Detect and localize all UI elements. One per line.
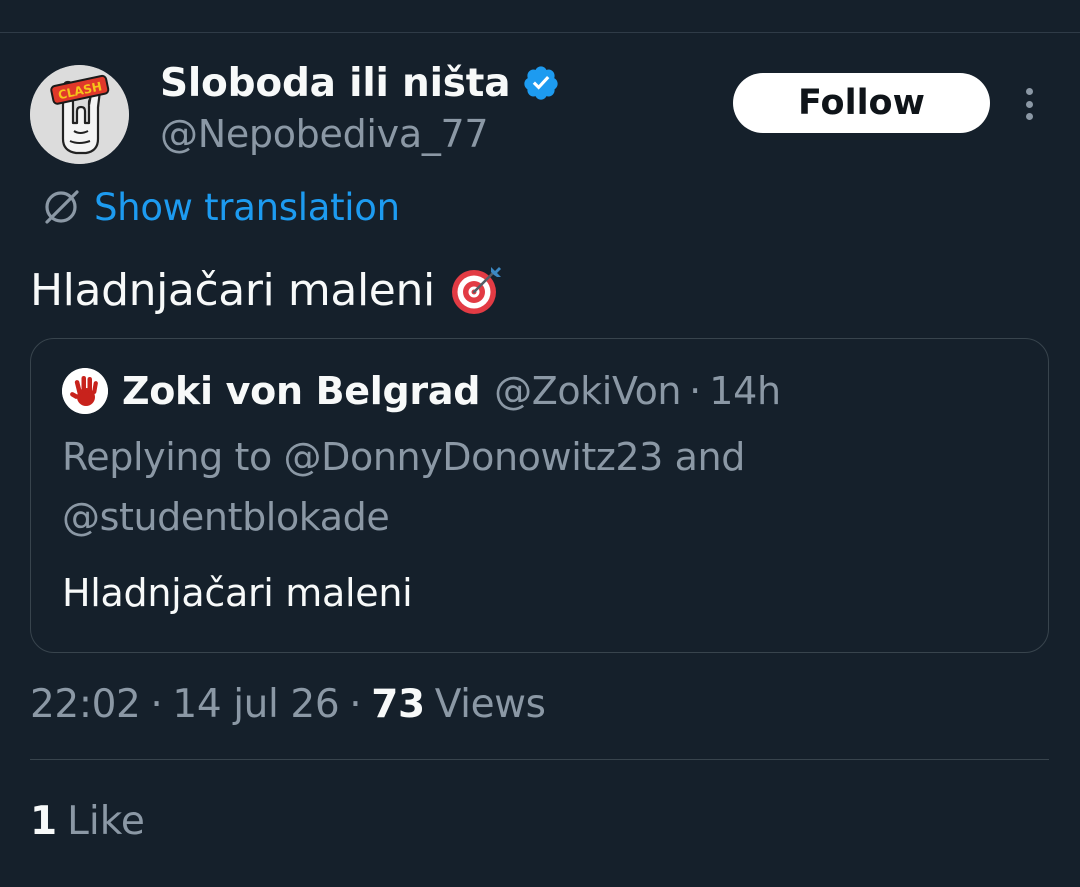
verified-badge-icon: [524, 66, 558, 100]
show-translation-link[interactable]: Show translation: [40, 182, 400, 232]
views-count[interactable]: 73: [371, 682, 425, 727]
quoted-timestamp[interactable]: 14h: [709, 369, 781, 413]
red-handprint-icon: [62, 368, 108, 414]
quoted-author-handle[interactable]: @ZokiVon: [494, 369, 681, 413]
top-divider: [0, 32, 1080, 33]
tweet-text: Hladnjačari maleni: [30, 264, 435, 316]
quoted-tweet-text: Hladnjačari maleni: [62, 571, 413, 615]
quoted-tweet-card[interactable]: Zoki von Belgrad @ZokiVon · 14h Replying…: [30, 338, 1049, 653]
more-dot: [1025, 88, 1033, 95]
meta-separator: ·: [349, 681, 362, 727]
likes-label[interactable]: Like: [67, 799, 145, 844]
meta-separator: ·: [150, 681, 163, 727]
direct-hit-target-icon: [451, 267, 501, 314]
rock-hand-avatar-image: CLASH: [30, 65, 129, 164]
tweet-meta-row: 22:02 · 14 jul 26 · 73 Views: [30, 677, 546, 731]
show-translation-label[interactable]: Show translation: [94, 186, 400, 229]
tweet-date[interactable]: 14 jul 26: [172, 682, 339, 727]
quoted-tweet-header: Zoki von Belgrad @ZokiVon · 14h: [62, 365, 781, 417]
author-name-row[interactable]: Sloboda ili ništa: [160, 58, 560, 108]
tweet-time[interactable]: 22:02: [30, 682, 141, 727]
tweet-body: Hladnjačari maleni: [30, 258, 503, 322]
quoted-author-name[interactable]: Zoki von Belgrad: [122, 369, 480, 413]
quoted-author-avatar[interactable]: [62, 368, 108, 414]
views-label[interactable]: Views: [435, 682, 546, 727]
quoted-separator: ·: [689, 369, 702, 413]
author-avatar[interactable]: CLASH: [30, 65, 129, 164]
more-options-icon[interactable]: [1014, 82, 1044, 126]
globe-icon: [45, 190, 79, 224]
stats-divider: [30, 759, 1049, 760]
quoted-reply-context: Replying to @DonnyDonowitz23 and @studen…: [62, 435, 745, 539]
more-dot: [1025, 100, 1033, 108]
author-display-name[interactable]: Sloboda ili ništa: [160, 61, 511, 106]
tweet-detail-page: CLASH Sloboda ili ništa @Nepobediva_77 F…: [0, 0, 1080, 887]
likes-count[interactable]: 1: [30, 799, 57, 844]
author-handle[interactable]: @Nepobediva_77: [160, 112, 489, 156]
follow-button[interactable]: Follow: [733, 73, 990, 133]
more-dot: [1025, 113, 1033, 120]
likes-stat[interactable]: 1 Like: [30, 794, 145, 848]
